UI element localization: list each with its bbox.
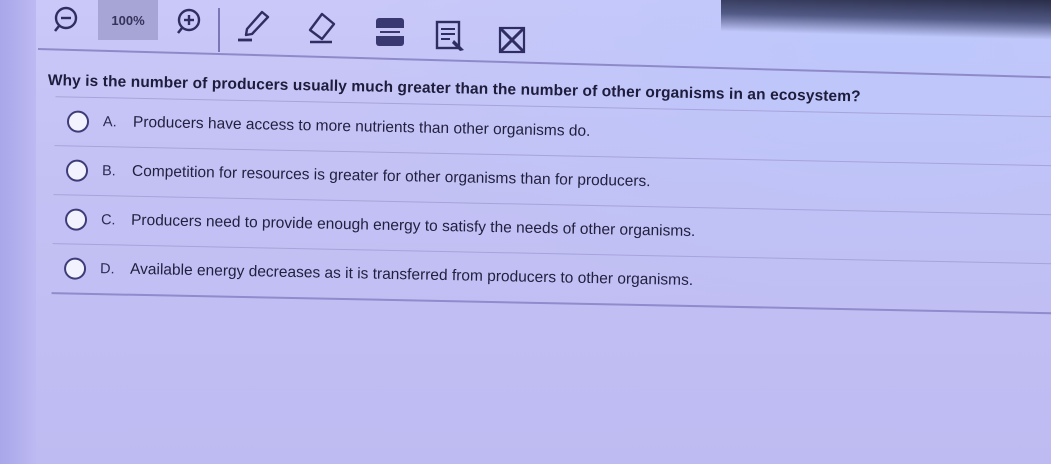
choice-text: Producers need to provide enough energy … <box>130 211 696 241</box>
pen-button[interactable] <box>236 8 276 44</box>
choice-letter: A. <box>102 114 117 131</box>
radio-button[interactable] <box>66 110 90 133</box>
answer-eliminator-icon <box>498 26 526 54</box>
radio-button[interactable] <box>63 257 87 280</box>
left-margin <box>0 0 36 464</box>
radio-button[interactable] <box>64 208 88 231</box>
choice-text: Competition for resources is greater for… <box>131 162 651 191</box>
eraser-icon <box>308 12 336 44</box>
line-reader-button[interactable] <box>370 14 410 50</box>
choice-letter: B. <box>101 163 116 180</box>
toolbar: 100% <box>40 0 600 54</box>
notepad-button[interactable] <box>430 18 470 54</box>
zoom-out-button[interactable] <box>52 4 82 34</box>
zoom-level: 100% <box>98 0 158 40</box>
zoom-in-button[interactable] <box>174 6 204 36</box>
choice-letter: C. <box>100 212 116 229</box>
pen-icon <box>238 10 270 42</box>
answer-eliminator-button[interactable] <box>492 22 532 58</box>
radio-button[interactable] <box>65 159 89 182</box>
question-area: Why is the number of producers usually m… <box>42 72 1051 315</box>
zoom-in-icon <box>176 8 201 34</box>
zoom-out-icon <box>53 6 78 32</box>
eraser-button[interactable] <box>302 10 342 46</box>
choice-text: Producers have access to more nutrients … <box>132 113 591 140</box>
line-reader-icon <box>376 18 404 46</box>
notepad-icon <box>435 20 464 51</box>
choice-letter: D. <box>99 261 115 278</box>
toolbar-divider <box>218 8 220 52</box>
answer-choices: A. Producers have access to more nutrien… <box>51 96 1051 315</box>
choice-text: Available energy decreases as it is tran… <box>129 260 694 290</box>
